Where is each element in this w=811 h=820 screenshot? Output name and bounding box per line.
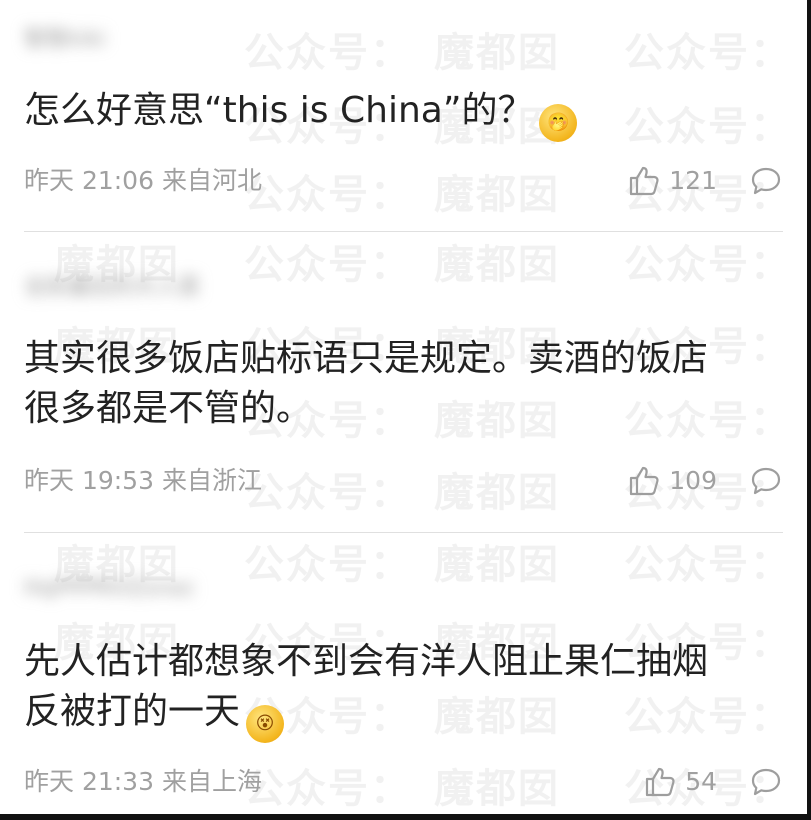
- screenshot-frame: 公众号： 魔都囡 公众号： 公众号： 魔都囡 公众号： 公众号： 魔都囡 公众号…: [0, 0, 811, 820]
- comment-item: HqPPPRVlZsnoc 先人估计都想象不到会有洋人阻止果仁抽烟 反被打的一天…: [0, 533, 807, 814]
- comment-bubble-icon[interactable]: [749, 164, 783, 198]
- comment-time: 昨天 21:33: [24, 767, 154, 796]
- comment-text-line: 反被打的一天: [24, 691, 241, 732]
- comment-actions: 54: [643, 765, 783, 799]
- comment-location: 来自河北: [161, 166, 262, 195]
- comment-bubble-icon[interactable]: [749, 464, 783, 498]
- comment-location: 来自上海: [161, 767, 262, 796]
- comment-location: 来自浙江: [161, 466, 262, 495]
- comment-bubble-icon[interactable]: [749, 765, 783, 799]
- comment-text-line: 先人估计都想象不到会有洋人阻止果仁抽烟: [24, 641, 709, 682]
- thumbs-up-icon[interactable]: [627, 164, 661, 198]
- thumbs-up-icon[interactable]: [627, 464, 661, 498]
- comment-time: 昨天 21:06: [24, 166, 154, 195]
- comment-time-location: 昨天 21:33 来自上海: [24, 765, 262, 799]
- comment-time-location: 昨天 19:53 来自浙江: [24, 464, 262, 498]
- comment-time: 昨天 19:53: [24, 466, 154, 495]
- username[interactable]: 智智kiki: [24, 26, 106, 54]
- comment-text: 怎么好意思“this is China”的？ 🤭: [24, 86, 578, 142]
- username[interactable]: 全民最后的大人菜: [24, 274, 200, 302]
- username[interactable]: HqPPPRVlZsnoc: [24, 575, 196, 603]
- comment-text: 其实很多饭店贴标语只是规定。卖酒的饭店 很多都是不管的。: [24, 334, 708, 434]
- comment-text-line: 其实很多饭店贴标语只是规定。卖酒的饭店: [24, 338, 709, 379]
- comment-text-line: 很多都是不管的。: [24, 388, 313, 429]
- like-count: 54: [685, 767, 717, 796]
- comment-item: 全民最后的大人菜 其实很多饭店贴标语只是规定。卖酒的饭店 很多都是不管的。 昨天…: [0, 232, 807, 532]
- comment-time-location: 昨天 21:06 来自河北: [24, 164, 262, 198]
- comment-text: 先人估计都想象不到会有洋人阻止果仁抽烟 反被打的一天 😵: [24, 637, 708, 743]
- like-count: 121: [669, 166, 717, 195]
- thumbs-up-icon[interactable]: [643, 765, 677, 799]
- emoji-icon: 😵: [246, 705, 285, 743]
- comment-meta: 昨天 21:33 来自上海 54: [24, 765, 783, 799]
- emoji-icon: 🤭: [539, 104, 578, 142]
- comment-meta: 昨天 21:06 来自河北 121: [24, 164, 783, 198]
- comment-item: 智智kiki 怎么好意思“this is China”的？ 🤭 昨天 21:06 …: [0, 0, 807, 232]
- comment-actions: 121: [627, 164, 783, 198]
- comment-text-line: 怎么好意思“this is China”的？: [24, 90, 534, 131]
- comment-meta: 昨天 19:53 来自浙江 109: [24, 464, 783, 498]
- comment-actions: 109: [627, 464, 783, 498]
- like-count: 109: [669, 466, 717, 495]
